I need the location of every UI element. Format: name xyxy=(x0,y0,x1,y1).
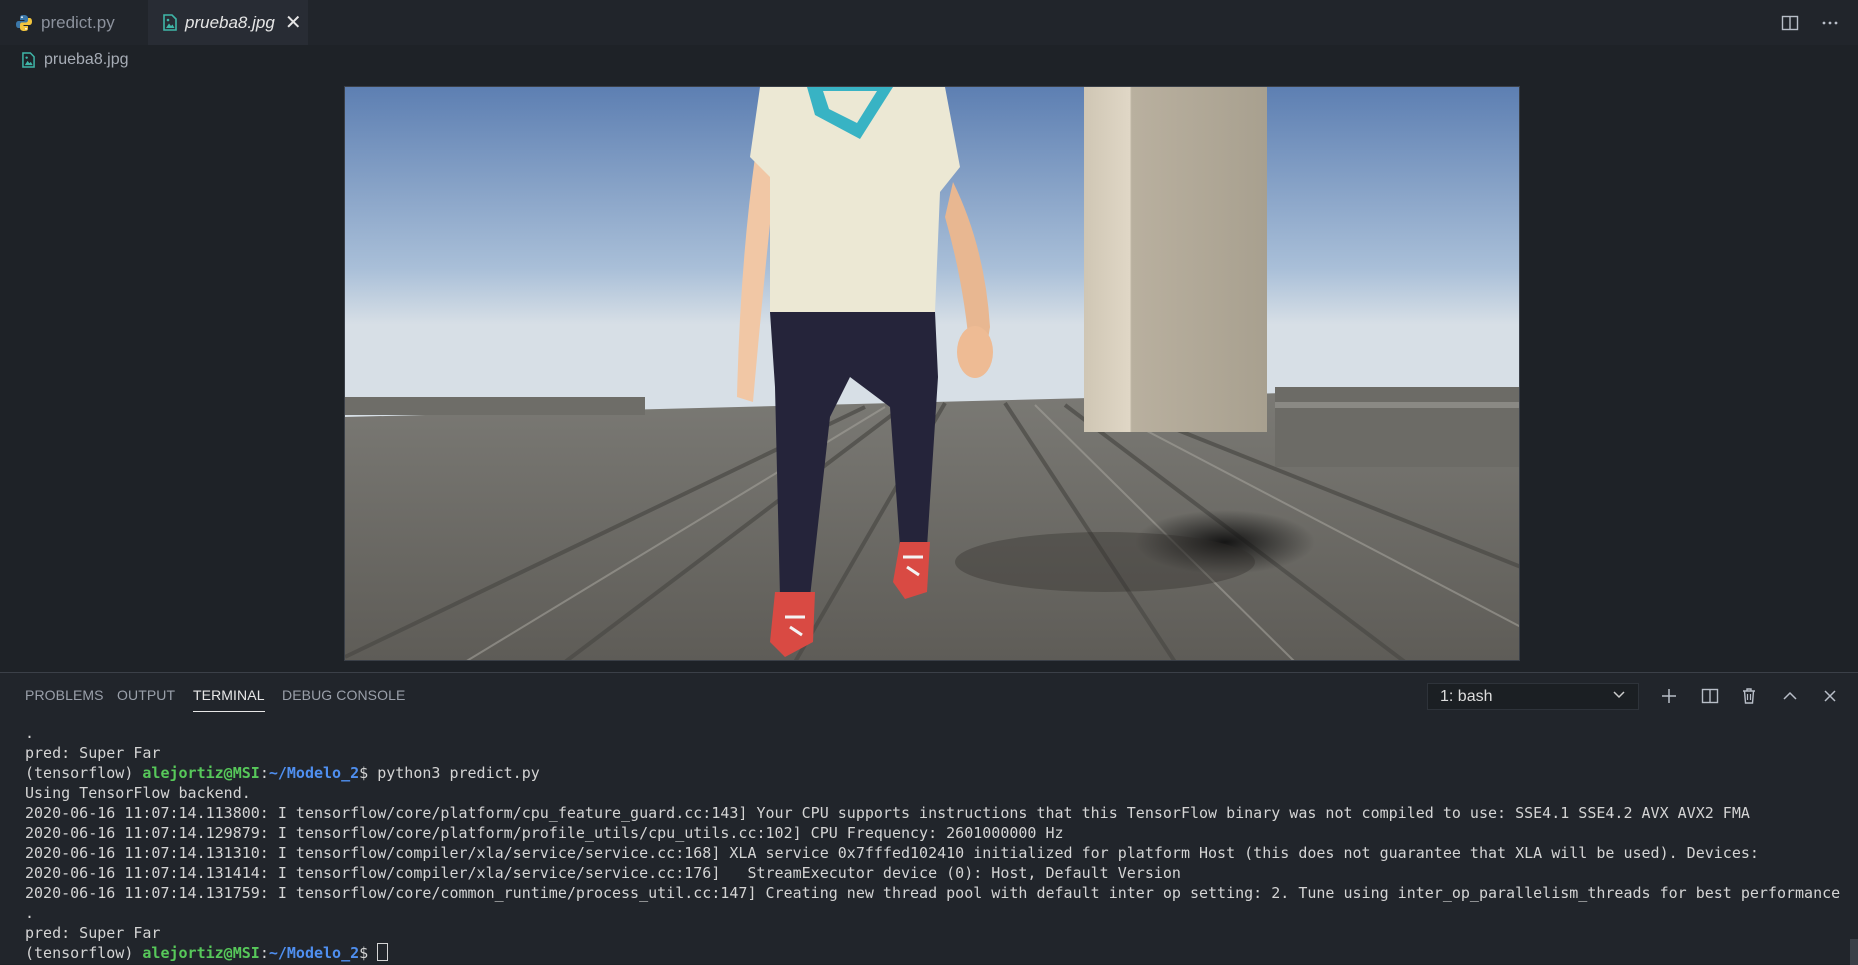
terminal-line: (tensorflow) alejortiz@MSI:~/Modelo_2$ p… xyxy=(25,763,1845,783)
tab-debug-console[interactable]: DEBUG CONSOLE xyxy=(282,687,405,703)
trash-icon[interactable] xyxy=(1736,683,1762,709)
terminal-line: 2020-06-16 11:07:14.131414: I tensorflow… xyxy=(25,864,1181,882)
image-file-icon xyxy=(22,52,35,68)
prompt-separator: : xyxy=(259,764,269,782)
prompt-symbol: $ xyxy=(359,764,378,782)
plus-icon[interactable] xyxy=(1656,683,1682,709)
split-terminal-icon[interactable] xyxy=(1697,683,1723,709)
terminal-scrollbar[interactable] xyxy=(1850,939,1858,965)
prompt-path: ~/Modelo_2 xyxy=(268,764,360,782)
shell-select-value: 1: bash xyxy=(1440,687,1493,705)
tab-prueba8-jpg[interactable]: prueba8.jpg ✕ xyxy=(148,0,308,45)
terminal-line: 2020-06-16 11:07:14.131759: I tensorflow… xyxy=(25,884,1841,902)
tab-terminal[interactable]: TERMINAL xyxy=(193,687,265,712)
close-icon[interactable] xyxy=(1817,683,1843,709)
tab-label: predict.py xyxy=(41,12,115,32)
terminal-line: Using TensorFlow backend. xyxy=(25,784,251,802)
prompt-command: python3 predict.py xyxy=(377,764,540,782)
chevron-down-icon xyxy=(1612,687,1626,706)
image-file-icon xyxy=(163,14,177,31)
terminal-cursor xyxy=(377,943,389,961)
prompt-env: (tensorflow) xyxy=(25,944,143,962)
terminal-output[interactable]: . pred: Super Far (tensorflow) alejortiz@M… xyxy=(25,723,1845,963)
prompt-user: alejortiz@MSI xyxy=(142,944,260,962)
prompt-symbol: $ xyxy=(359,944,378,962)
terminal-line: (tensorflow) alejortiz@MSI:~/Modelo_2$ xyxy=(25,943,1845,963)
close-icon[interactable]: ✕ xyxy=(285,10,302,35)
breadcrumb-item[interactable]: prueba8.jpg xyxy=(44,51,129,69)
terminal-line: 2020-06-16 11:07:14.129879: I tensorflow… xyxy=(25,824,1064,842)
editor-tab-bar: predict.py prueba8.jpg ✕ xyxy=(0,0,1858,45)
python-icon xyxy=(15,14,33,32)
terminal-shell-select[interactable]: 1: bash xyxy=(1427,683,1639,710)
terminal-line: 2020-06-16 11:07:14.131310: I tensorflow… xyxy=(25,844,1759,862)
tab-output[interactable]: OUTPUT xyxy=(117,687,175,703)
breadcrumb: prueba8.jpg xyxy=(0,45,1858,75)
ellipsis-icon[interactable] xyxy=(1817,10,1843,36)
prompt-user: alejortiz@MSI xyxy=(142,764,260,782)
terminal-line: pred: Super Far xyxy=(25,924,161,942)
prompt-env: (tensorflow) xyxy=(25,764,143,782)
image-viewer xyxy=(0,75,1858,672)
terminal-line: . xyxy=(25,724,35,742)
preview-image[interactable] xyxy=(344,86,1520,661)
chevron-up-icon[interactable] xyxy=(1777,683,1803,709)
prompt-separator: : xyxy=(259,944,269,962)
tab-label: prueba8.jpg xyxy=(185,12,275,32)
terminal-line: 2020-06-16 11:07:14.113800: I tensorflow… xyxy=(25,804,1750,822)
terminal-line: . xyxy=(25,904,35,922)
split-editor-icon[interactable] xyxy=(1777,10,1803,36)
terminal-line: pred: Super Far xyxy=(25,744,161,762)
prompt-path: ~/Modelo_2 xyxy=(268,944,360,962)
tab-predict-py[interactable]: predict.py xyxy=(0,0,148,45)
tab-problems[interactable]: PROBLEMS xyxy=(25,687,104,703)
bottom-panel: PROBLEMS OUTPUT TERMINAL DEBUG CONSOLE 1… xyxy=(0,672,1858,965)
